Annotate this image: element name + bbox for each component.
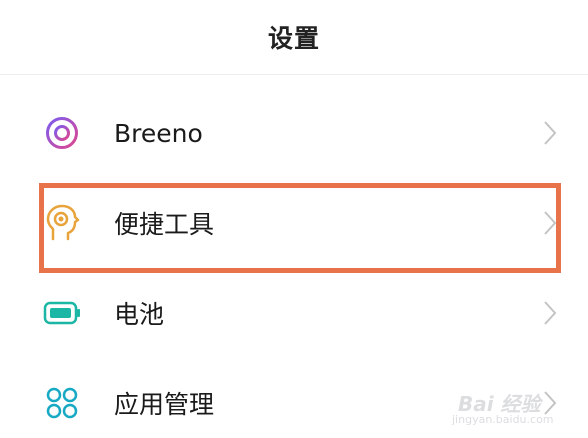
watermark: Bai 经验 jingyan.baidu.com <box>450 388 580 430</box>
settings-screen: 设置 Breeno 便捷工具 电池 应用管理 Bai 经验 jingyan.ba… <box>0 0 588 438</box>
settings-item-label: 应用管理 <box>114 390 215 419</box>
head-tools-icon <box>42 203 82 243</box>
battery-icon <box>42 293 82 333</box>
breeno-icon <box>42 113 82 153</box>
chevron-right-icon <box>540 298 560 328</box>
app-grid-icon <box>42 383 82 423</box>
settings-item-convenience-tools[interactable]: 便捷工具 <box>0 178 588 268</box>
settings-item-label: 电池 <box>114 300 165 329</box>
header: 设置 <box>0 0 588 75</box>
page-title: 设置 <box>267 24 320 53</box>
chevron-right-icon <box>540 118 560 148</box>
settings-item-label: 便捷工具 <box>114 210 215 239</box>
watermark-url: jingyan.baidu.com <box>452 413 554 426</box>
settings-item-battery[interactable]: 电池 <box>0 268 588 358</box>
settings-item-label: Breeno <box>114 118 203 148</box>
chevron-right-icon <box>540 208 560 238</box>
settings-item-breeno[interactable]: Breeno <box>0 88 588 178</box>
